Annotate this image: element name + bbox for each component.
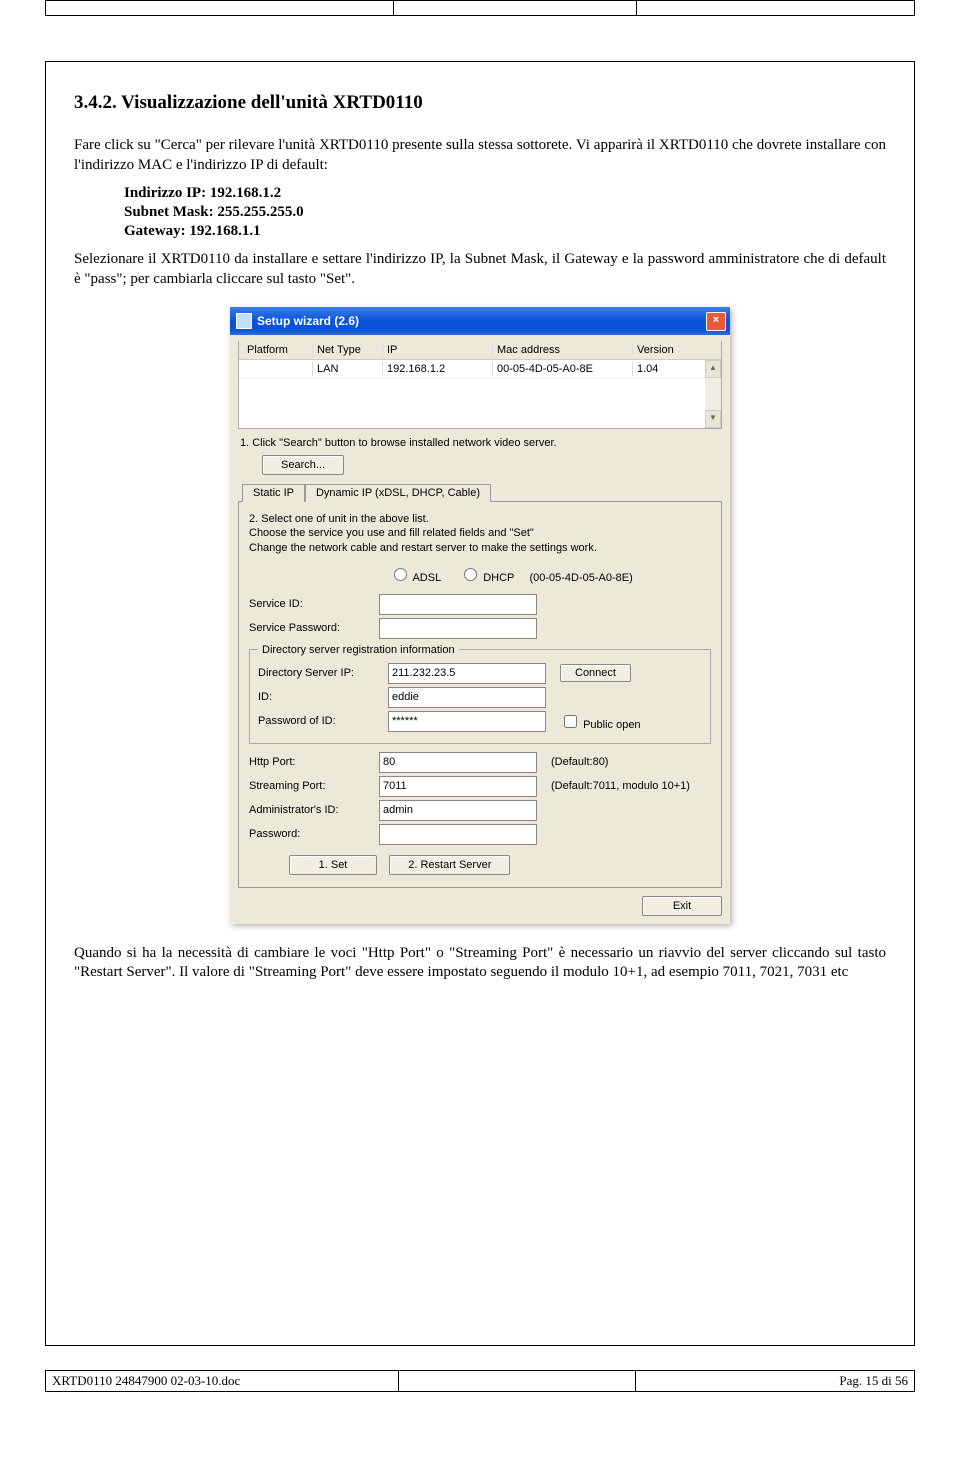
guide-line-3: Change the network cable and restart ser… xyxy=(249,541,711,555)
ip-tabs: Static IP Dynamic IP (xDSL, DHCP, Cable) xyxy=(238,483,722,502)
scrollbar[interactable]: ▲ ▼ xyxy=(705,360,721,428)
guide-line-2: Choose the service you use and fill rela… xyxy=(249,526,711,540)
id-input[interactable] xyxy=(388,687,546,708)
page-frame: 3.4.2. Visualizzazione dell'unità XRTD01… xyxy=(45,61,915,1346)
label-http-port: Http Port: xyxy=(249,756,379,768)
window-title: Setup wizard (2.6) xyxy=(257,314,706,328)
col-version[interactable]: Version xyxy=(633,343,693,357)
hint-default80: (Default:80) xyxy=(551,756,608,768)
intro-paragraph: Fare click su "Cerca" per rilevare l'uni… xyxy=(74,136,886,175)
service-pwd-input[interactable] xyxy=(379,618,537,639)
label-password: Password: xyxy=(249,828,379,840)
fieldset-legend: Directory server registration informatio… xyxy=(258,644,459,656)
cell-platform xyxy=(243,362,313,376)
tab-content-dynamic: 2. Select one of unit in the above list.… xyxy=(238,502,722,888)
public-open-checkbox[interactable]: Public open xyxy=(560,712,641,731)
radio-adsl[interactable]: ADSL xyxy=(389,572,441,584)
directory-fieldset: Directory server registration informatio… xyxy=(249,649,711,744)
scroll-down-icon[interactable]: ▼ xyxy=(705,410,721,428)
col-mac[interactable]: Mac address xyxy=(493,343,633,357)
para-2: Selezionare il XRTD0110 da installare e … xyxy=(74,250,886,289)
app-icon xyxy=(236,313,252,329)
exit-button[interactable]: Exit xyxy=(642,896,722,916)
footer-strip: XRTD0110 24847900 02-03-10.doc Pag. 15 d… xyxy=(45,1370,915,1392)
step1-text: 1. Click "Search" button to browse insta… xyxy=(240,437,720,449)
label-admin-id: Administrator's ID: xyxy=(249,804,379,816)
scroll-up-icon[interactable]: ▲ xyxy=(705,360,721,378)
header-table xyxy=(45,0,915,16)
section-heading: 3.4.2. Visualizzazione dell'unità XRTD01… xyxy=(74,92,886,114)
set-button[interactable]: 1. Set xyxy=(289,855,377,875)
search-button[interactable]: Search... xyxy=(262,455,344,475)
http-port-input[interactable] xyxy=(379,752,537,773)
default-gw: Gateway: 192.168.1.1 xyxy=(124,223,886,240)
cell-mac: 00-05-4D-05-A0-8E xyxy=(493,362,633,376)
guide-text: 2. Select one of unit in the above list.… xyxy=(249,512,711,555)
device-list: Platform Net Type IP Mac address Version… xyxy=(238,341,722,429)
cell-ip: 192.168.1.2 xyxy=(383,362,493,376)
label-service-id: Service ID: xyxy=(249,598,379,610)
titlebar: Setup wizard (2.6) × xyxy=(230,307,730,335)
service-id-input[interactable] xyxy=(379,594,537,615)
mac-display: (00-05-4D-05-A0-8E) xyxy=(529,572,632,584)
restart-server-button[interactable]: 2. Restart Server xyxy=(389,855,510,875)
defaults-block: Indirizzo IP: 192.168.1.2 Subnet Mask: 2… xyxy=(124,185,886,240)
guide-line-1: 2. Select one of unit in the above list. xyxy=(249,512,711,526)
list-header: Platform Net Type IP Mac address Version xyxy=(239,341,721,360)
radio-dhcp[interactable]: DHCP xyxy=(459,572,514,584)
label-stream-port: Streaming Port: xyxy=(249,780,379,792)
label-service-pwd: Service Password: xyxy=(249,622,379,634)
col-nettype[interactable]: Net Type xyxy=(313,343,383,357)
label-dir-ip: Directory Server IP: xyxy=(258,667,388,679)
outro-paragraph: Quando si ha la necessità di cambiare le… xyxy=(74,944,886,983)
tab-static-ip[interactable]: Static IP xyxy=(242,484,305,502)
label-pwd-id: Password of ID: xyxy=(258,715,388,727)
setup-wizard-window: Setup wizard (2.6) × Platform Net Type I… xyxy=(230,307,730,924)
default-mask: Subnet Mask: 255.255.255.0 xyxy=(124,204,886,221)
admin-id-input[interactable] xyxy=(379,800,537,821)
default-ip: Indirizzo IP: 192.168.1.2 xyxy=(124,185,886,202)
col-ip[interactable]: IP xyxy=(383,343,493,357)
close-icon[interactable]: × xyxy=(706,312,726,331)
cell-version: 1.04 xyxy=(633,362,693,376)
connect-button[interactable]: Connect xyxy=(560,664,631,682)
footer-page: Pag. 15 di 56 xyxy=(636,1371,914,1391)
stream-port-input[interactable] xyxy=(379,776,537,797)
dir-ip-input[interactable] xyxy=(388,663,546,684)
tab-dynamic-ip[interactable]: Dynamic IP (xDSL, DHCP, Cable) xyxy=(305,484,491,502)
pwd-id-input[interactable] xyxy=(388,711,546,732)
footer-filename: XRTD0110 24847900 02-03-10.doc xyxy=(46,1371,399,1391)
label-id: ID: xyxy=(258,691,388,703)
password-input[interactable] xyxy=(379,824,537,845)
col-platform[interactable]: Platform xyxy=(243,343,313,357)
cell-nettype: LAN xyxy=(313,362,383,376)
hint-default7011: (Default:7011, modulo 10+1) xyxy=(551,780,690,792)
list-row[interactable]: LAN 192.168.1.2 00-05-4D-05-A0-8E 1.04 xyxy=(239,360,721,379)
